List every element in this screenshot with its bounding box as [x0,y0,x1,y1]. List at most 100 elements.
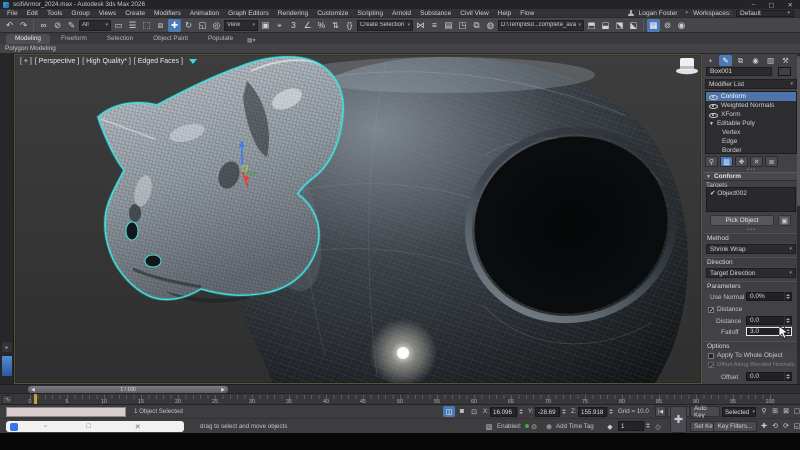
select-and-scale-icon[interactable]: ◱ [196,19,209,32]
options-section-header[interactable]: Options [703,341,799,350]
orbit-selected-icon[interactable]: ⟲ [770,421,780,431]
method-section-header[interactable]: Method [703,233,799,242]
maxscript-mini-listener[interactable] [6,407,126,417]
utilities-tab-icon[interactable]: ⚒ [779,55,792,66]
menu-civil-view[interactable]: Civil View [460,10,488,17]
viewport-3d-scene[interactable] [15,55,701,383]
window-crossing-toggle-icon[interactable]: ⧈ [154,19,167,32]
viewport-filter-funnel-icon[interactable] [189,59,197,64]
export-scene-icon[interactable]: ⬕ [627,19,640,32]
schematic-view-icon[interactable]: ⧉ [470,19,483,32]
rectangular-selection-region-icon[interactable]: ⬚ [140,19,153,32]
redo-icon[interactable]: ↷ [17,19,30,32]
render-setup-icon[interactable]: ▦ [647,19,660,32]
set-keys-big-button[interactable]: ✚ [670,406,687,433]
offset-along-blended-normals-checkbox[interactable] [708,362,714,368]
select-object-icon[interactable]: ▭ [112,19,125,32]
ribbon-tab-object-paint[interactable]: Object Paint [144,34,197,44]
orbit-icon[interactable]: ⟳ [781,421,791,431]
menu-file[interactable]: File [7,10,18,17]
bind-to-space-warp-icon[interactable]: ✎ [65,19,78,32]
menu-modifiers[interactable]: Modifiers [154,10,181,17]
pin-stack-icon[interactable]: ⚲ [705,156,718,167]
named-selection-set-field[interactable]: Create Selection Se▾ [357,20,413,31]
maximize-button[interactable]: ▢ [768,1,774,9]
pip-maximize-icon[interactable]: □ [86,423,90,430]
previous-frame-arrow-icon[interactable]: ◀ [31,387,35,393]
add-time-tag-plus-icon[interactable]: ⊕ [543,421,555,432]
selection-lock-icon[interactable]: ◙ [456,406,468,417]
unlink-selection-icon[interactable]: ⊘ [51,19,64,32]
menu-rendering[interactable]: Rendering [278,10,308,17]
distance-spinner[interactable]: 0.0 [746,316,792,325]
percent-snap-toggle-icon[interactable]: % [315,19,328,32]
clock-icon[interactable]: ⊙ [528,421,540,432]
remove-modifier-icon[interactable]: ✕ [750,156,763,167]
select-and-move-icon[interactable]: ✚ [168,19,181,32]
perspective-viewport[interactable]: [ + ] [ Perspective ] [ High Quality* ] … [14,54,702,384]
spinner-arrows-icon[interactable] [784,292,791,301]
apply-to-whole-object-checkbox[interactable] [708,353,714,359]
render-production-icon[interactable]: ◉ [675,19,688,32]
toggle-scene-explorer-icon[interactable]: ▤ [442,19,455,32]
zoom-icon[interactable]: ⚲ [759,406,769,416]
ribbon-more-icon[interactable]: ▦▾ [244,37,258,44]
display-tab-icon[interactable]: ▥ [764,55,777,66]
modifier-stack-item-border[interactable]: Border [706,146,796,154]
add-time-tag-label[interactable]: Add Time Tag [556,423,594,430]
time-slider-track[interactable]: ◀ 1 / 100 ▶ [0,384,800,393]
z-coordinate-field[interactable]: 155.918 [578,407,607,417]
material-editor-icon[interactable]: ◍ [484,19,497,32]
direction-section-header[interactable]: Direction [703,257,799,266]
close-button[interactable]: ✕ [788,1,793,9]
spinner-arrows-icon[interactable] [784,316,791,325]
create-tab-icon[interactable]: + [704,55,717,66]
mini-curve-editor-button[interactable]: ∿ [2,395,13,404]
expand-triangle-icon[interactable]: ▼ [709,121,714,127]
viewport-menu-pov[interactable]: [ Perspective ] [35,58,79,65]
isolate-selection-icon[interactable]: ◫ [443,406,455,417]
next-frame-arrow-icon[interactable]: ▶ [221,387,225,393]
pip-restore-icon[interactable]: ▫ [44,423,46,430]
direction-dropdown[interactable]: Target Direction▾ [706,268,796,278]
make-unique-icon[interactable]: ❖ [735,156,748,167]
modifier-list-dropdown[interactable]: Modifier List ▾ [705,79,797,89]
select-and-manipulate-icon[interactable]: ⌖ [273,19,286,32]
pip-close-icon[interactable]: ✕ [135,423,141,431]
undo-icon[interactable]: ↶ [3,19,16,32]
menu-flow[interactable]: Flow [520,10,534,17]
use-pivot-point-center-icon[interactable]: ▣ [259,19,272,32]
menu-create[interactable]: Create [125,10,145,17]
conform-rollout-header[interactable]: ▼ Conform [703,172,799,181]
browse-scenes-icon[interactable]: ⬒ [585,19,598,32]
modifier-stack-item-xform[interactable]: XForm [706,110,796,119]
spinner-arrows-icon[interactable] [784,372,791,381]
asset-browser-icon[interactable] [2,356,12,376]
conform-targets-list[interactable]: ✔ Object002 [706,187,796,212]
curve-editor-icon[interactable]: ◳ [456,19,469,32]
maximize-viewport-toggle-icon[interactable]: ◱ [792,421,800,431]
absolute-offset-mode-icon[interactable]: ⊡ [468,406,480,417]
menu-group[interactable]: Group [71,10,89,17]
save-scene-icon[interactable]: ⬓ [599,19,612,32]
zoom-extents-icon[interactable]: ⊠ [781,406,791,416]
select-by-name-icon[interactable]: ☰ [126,19,139,32]
render-frame-window-icon[interactable]: ⊚ [661,19,674,32]
object-color-swatch[interactable] [778,67,791,76]
motion-tab-icon[interactable]: ◉ [749,55,762,66]
panel-drag-handle[interactable]: • • • [702,228,800,232]
menu-views[interactable]: Views [99,10,116,17]
x-coordinate-field[interactable]: 16.096 [490,407,517,417]
hierarchy-tab-icon[interactable]: ⧉ [734,55,747,66]
parameters-section-header[interactable]: Parameters [703,281,799,290]
menu-scripting[interactable]: Scripting [357,10,383,17]
menu-tools[interactable]: Tools [47,10,62,17]
pick-multiple-button[interactable]: ▣ [778,215,791,226]
ribbon-tab-freeform[interactable]: Freeform [52,34,96,44]
spinner-arrows-icon[interactable] [607,407,614,416]
visibility-eye-icon[interactable] [709,102,718,110]
menu-animation[interactable]: Animation [190,10,219,17]
select-and-place-icon[interactable]: ◎ [210,19,223,32]
align-icon[interactable]: ≡ [428,19,441,32]
pip-overlay-window[interactable]: ▫ □ ✕ [6,421,184,432]
